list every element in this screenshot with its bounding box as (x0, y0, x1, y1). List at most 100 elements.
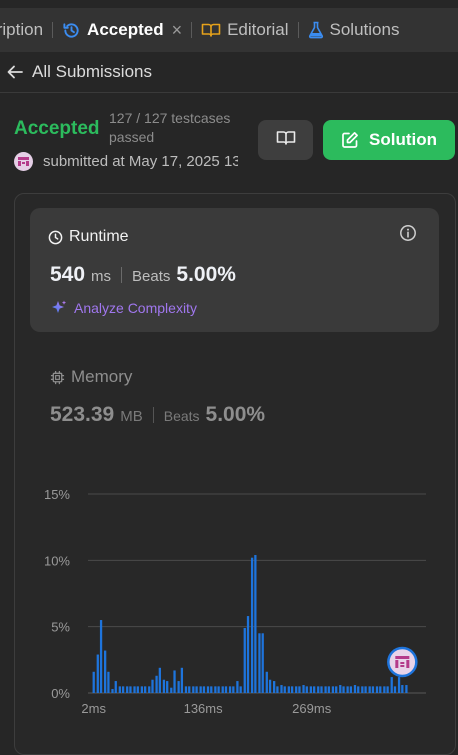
chart-bar[interactable] (335, 686, 338, 693)
chart-bar[interactable] (405, 685, 408, 693)
chart-bar[interactable] (280, 685, 283, 693)
chart-bar[interactable] (383, 686, 386, 693)
tab-editorial[interactable]: Editorial (201, 8, 289, 52)
chart-bar[interactable] (221, 686, 224, 693)
chart-bar[interactable] (298, 686, 301, 693)
chart-bar[interactable] (92, 671, 95, 693)
chart-bar[interactable] (342, 686, 345, 693)
chart-bar[interactable] (148, 686, 151, 693)
chart-bar[interactable] (346, 686, 349, 693)
chart-bar[interactable] (283, 686, 286, 693)
chart-bar[interactable] (375, 686, 379, 693)
analyze-complexity-button[interactable]: Analyze Complexity (50, 299, 197, 317)
tab-description[interactable]: Description (0, 8, 43, 52)
chart-bar[interactable] (287, 686, 290, 693)
chart-bar[interactable] (364, 686, 367, 693)
chart-bar[interactable] (155, 675, 158, 693)
chart-bar[interactable] (166, 681, 169, 693)
chart-bar[interactable] (162, 679, 166, 693)
editorial-button[interactable] (258, 120, 313, 160)
chart-bar[interactable] (188, 686, 191, 693)
memory-tab[interactable]: Memory (50, 367, 132, 387)
chart-bar[interactable] (327, 686, 330, 693)
chart-bar[interactable] (99, 620, 103, 693)
chart-bar[interactable] (236, 681, 239, 693)
chart-bar[interactable] (96, 654, 99, 693)
chart-bar[interactable] (114, 681, 117, 693)
all-submissions-link[interactable]: All Submissions (0, 52, 458, 93)
chart-bar[interactable] (192, 686, 195, 693)
chart-bar[interactable] (111, 689, 114, 693)
chart-bar[interactable] (258, 633, 261, 693)
chart-bar[interactable] (144, 686, 147, 693)
chart-bar[interactable] (276, 686, 279, 693)
chart-bar[interactable] (210, 686, 213, 693)
solution-button[interactable]: Solution (323, 120, 455, 160)
chart-bar[interactable] (361, 686, 364, 693)
chart-bar[interactable] (390, 677, 393, 693)
chart-bar[interactable] (393, 686, 397, 693)
chart-bar[interactable] (184, 686, 188, 693)
chart-bar[interactable] (261, 633, 264, 693)
chart-bar[interactable] (140, 686, 144, 693)
chart-bar[interactable] (158, 667, 161, 693)
chart-bar[interactable] (250, 557, 254, 693)
close-icon[interactable]: × (172, 20, 183, 41)
chart-bar[interactable] (331, 686, 335, 693)
chart-bar[interactable] (317, 686, 320, 693)
chart-bar[interactable] (121, 686, 125, 693)
chart-bar[interactable] (313, 686, 316, 693)
chart-bar[interactable] (357, 686, 360, 693)
runtime-card[interactable]: Runtime 540 ms Beats 5.00% Analyze Compl… (30, 208, 439, 332)
chart-bar[interactable] (195, 686, 198, 693)
chart-bar[interactable] (371, 686, 375, 693)
chart-bar[interactable] (401, 685, 404, 693)
your-submission-marker[interactable] (387, 646, 418, 678)
chart-bar[interactable] (170, 687, 173, 693)
chart-bar[interactable] (180, 667, 184, 693)
chart-bar[interactable] (290, 686, 294, 693)
chart-bar[interactable] (239, 686, 242, 693)
chart-bar[interactable] (254, 555, 257, 693)
chart-bar[interactable] (243, 627, 246, 693)
chart-bar[interactable] (273, 681, 276, 693)
distribution-chart[interactable]: 0% 5% 10% 15% 2ms 136ms 269ms (0, 470, 458, 729)
chart-bar[interactable] (129, 686, 132, 693)
avatar[interactable] (14, 152, 33, 171)
chart-bar[interactable] (320, 686, 323, 693)
chart-bar[interactable] (324, 686, 327, 693)
chart-bar[interactable] (353, 685, 357, 693)
chart-bar[interactable] (246, 616, 250, 693)
chart-bar[interactable] (397, 677, 401, 693)
chart-bar[interactable] (206, 686, 210, 693)
chart-bar[interactable] (202, 686, 206, 693)
chart-bar[interactable] (126, 686, 129, 693)
chart-bar[interactable] (151, 679, 154, 693)
chart-bar[interactable] (386, 686, 389, 693)
chart-bar[interactable] (118, 686, 121, 693)
chart-bar[interactable] (349, 686, 353, 693)
chart-bar[interactable] (368, 686, 371, 693)
chart-bar[interactable] (214, 686, 217, 693)
chart-bar[interactable] (177, 681, 180, 693)
chart-bar[interactable] (173, 670, 176, 693)
chart-bar[interactable] (217, 686, 220, 693)
chart-bar[interactable] (232, 686, 235, 693)
chart-bar[interactable] (228, 686, 232, 693)
chart-bar[interactable] (133, 686, 136, 693)
chart-bar[interactable] (268, 679, 272, 693)
info-icon[interactable] (399, 224, 417, 247)
chart-bar[interactable] (309, 686, 313, 693)
chart-bar[interactable] (305, 686, 308, 693)
chart-bar[interactable] (224, 686, 228, 693)
chart-bar[interactable] (295, 686, 298, 693)
chart-bar[interactable] (104, 650, 107, 693)
tab-solutions[interactable]: Solutions (308, 8, 399, 52)
tab-accepted[interactable]: Accepted × (62, 8, 182, 52)
chart-bar[interactable] (199, 686, 202, 693)
chart-bar[interactable] (265, 671, 268, 693)
chart-bar[interactable] (302, 685, 305, 693)
chart-bar[interactable] (339, 685, 342, 693)
chart-bar[interactable] (107, 671, 110, 693)
chart-bar[interactable] (379, 686, 382, 693)
